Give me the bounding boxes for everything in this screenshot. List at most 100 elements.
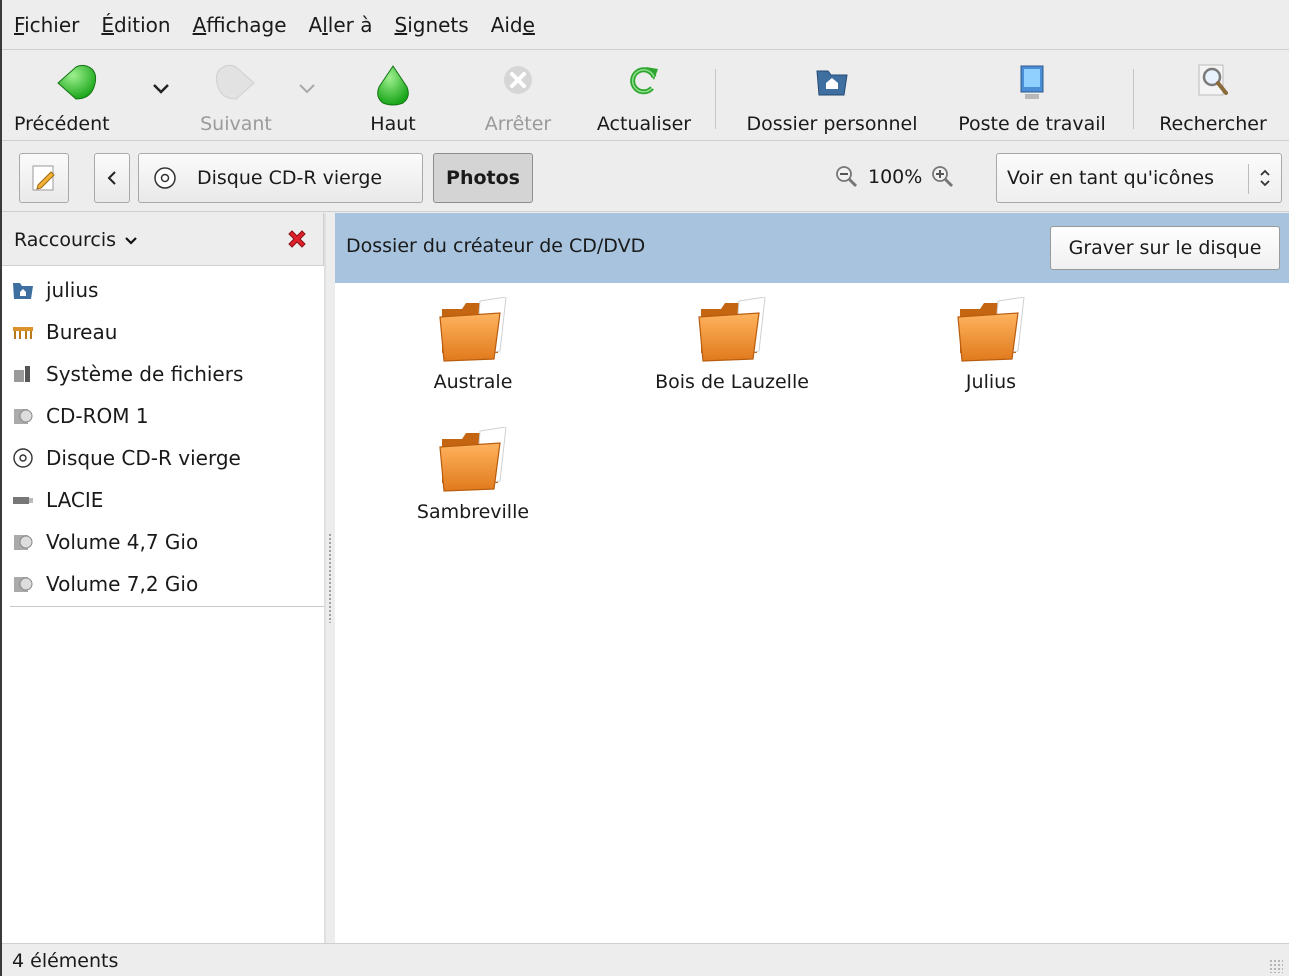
stop-button[interactable]: Arrêter [472,59,564,137]
folder-icon [439,297,507,362]
cd-icon [154,167,176,189]
banner-text: Dossier du créateur de CD/DVD [346,235,646,257]
reload-label: Actualiser [596,113,692,135]
sidebar-item-filesystem[interactable]: Système de fichiers [2,353,324,395]
folder-item-bois-de-lauzelle[interactable]: Bois de Lauzelle [632,297,832,393]
back-label: Précédent [14,113,110,135]
sidebar-item-label: Volume 4,7 Gio [46,530,199,554]
toolbar: Précédent Suivant Haut Arrêter Actualise… [2,51,1289,141]
menu-signets[interactable]: Signets [394,13,468,37]
sidebar-item-julius[interactable]: julius [2,269,324,311]
sidebar-item-label: LACIE [46,488,104,512]
chevron-down-icon [125,237,137,245]
folder-icon [957,297,1025,362]
sidebar-header: Raccourcis [2,213,324,266]
up-arrow-icon [377,65,409,106]
menu-affichage[interactable]: Affichage [193,13,287,37]
up-label: Haut [370,113,416,135]
folder-name: Julius [965,371,1017,393]
item-count: 4 éléments [12,950,119,972]
sidebar-item-cdrom[interactable]: CD-ROM 1 [2,395,324,437]
menu-aide[interactable]: Aide [491,13,535,37]
back-history-chevron-icon[interactable] [152,83,170,95]
usb-drive-icon [13,497,33,504]
forward-arrow-icon [215,64,255,100]
cd-burner-banner: Dossier du créateur de CD/DVD Graver sur… [335,213,1289,283]
sidebar-item-label: Système de fichiers [46,362,244,386]
path-button-cd-label: Disque CD-R vierge [197,167,383,189]
toolbar-separator [1133,69,1134,129]
menu-edition[interactable]: Édition [101,13,170,37]
stop-label: Arrêter [484,113,552,135]
updown-chevron-icon [1260,169,1270,187]
toggle-location-entry-button[interactable] [19,153,69,203]
menu-aller-a[interactable]: Aller à [309,13,373,37]
forward-label: Suivant [200,113,272,135]
reload-button[interactable]: Actualiser [586,59,702,137]
burn-disc-button[interactable]: Graver sur le disque [1050,226,1280,270]
select-divider [1248,164,1249,194]
menu-bar: Fichier Édition Affichage Aller à Signet… [2,0,1289,50]
zoom-in-icon[interactable] [930,164,956,190]
close-sidebar-icon[interactable] [285,227,309,251]
file-manager-window: Fichier Édition Affichage Aller à Signet… [0,0,1289,976]
sidebar-item-bureau[interactable]: Bureau [2,311,324,353]
folder-item-julius[interactable]: Julius [891,297,1091,393]
stop-icon [504,66,532,94]
drive-icon [14,409,33,424]
sidebar-item-label: Volume 7,2 Gio [46,572,199,596]
toolbar-separator [715,69,716,129]
up-button[interactable]: Haut [352,59,434,137]
folder-icon [439,427,507,492]
edit-icon [32,165,55,191]
back-button[interactable]: Précédent [14,59,138,137]
sidebar-item-label: CD-ROM 1 [46,404,149,428]
window-resize-grip[interactable] [1269,959,1283,973]
search-button[interactable]: Rechercher [1150,59,1276,137]
path-button-photos[interactable]: Photos [433,153,533,203]
status-bar: 4 éléments [2,943,1289,976]
chevron-left-icon [107,171,116,185]
folder-item-australe[interactable]: Australe [373,297,573,393]
path-button-photos-label: Photos [446,167,520,189]
home-folder-icon [816,70,848,96]
search-icon [1198,64,1228,96]
sidebar-item-label: Disque CD-R vierge [46,446,241,470]
folder-item-sambreville[interactable]: Sambreville [373,427,573,523]
zoom-level[interactable]: 100% [868,166,922,188]
path-scroll-left-button[interactable] [94,153,130,203]
folder-name: Bois de Lauzelle [655,371,809,393]
path-button-cd[interactable]: Disque CD-R vierge [138,153,423,203]
icon-view: Australe Bois de Lauzelle Julius Sambrev… [335,283,1289,943]
location-bar: Disque CD-R vierge Photos 100% Voir en t… [2,142,1289,212]
menu-fichier[interactable]: Fichier [14,13,79,37]
folder-name: Sambreville [416,501,530,523]
computer-button[interactable]: Poste de travail [944,59,1120,137]
main-content: Dossier du créateur de CD/DVD Graver sur… [335,213,1289,943]
drive-icon [14,577,33,592]
reload-icon [630,67,658,95]
sidebar-item-label: julius [46,278,99,302]
zoom-control: 100% [834,164,956,190]
folder-icon [698,297,766,362]
view-mode-select[interactable]: Voir en tant qu'icônes [996,153,1282,203]
home-label: Dossier personnel [746,113,918,135]
sidebar-item-volume-72[interactable]: Volume 7,2 Gio [2,563,324,605]
desktop-icon [13,327,33,339]
drive-icon [14,535,33,550]
sidebar-item-volume-47[interactable]: Volume 4,7 Gio [2,521,324,563]
forward-button[interactable]: Suivant [186,59,286,137]
pane-resize-handle[interactable] [326,213,335,943]
sidebar-item-label: Bureau [46,320,118,344]
view-mode-value: Voir en tant qu'icônes [1007,167,1214,189]
forward-history-chevron-icon[interactable] [298,83,316,95]
home-button[interactable]: Dossier personnel [732,59,932,137]
sidebar-title-select[interactable]: Raccourcis [14,229,138,251]
sidebar: Raccourcis julius Bureau Système de fich… [2,213,326,943]
home-folder-icon [13,283,33,299]
sidebar-item-lacie[interactable]: LACIE [2,479,324,521]
sidebar-item-blank-cd[interactable]: Disque CD-R vierge [2,437,324,479]
computer-icon [1020,65,1044,99]
zoom-out-icon[interactable] [834,164,860,190]
cd-icon [13,448,33,468]
